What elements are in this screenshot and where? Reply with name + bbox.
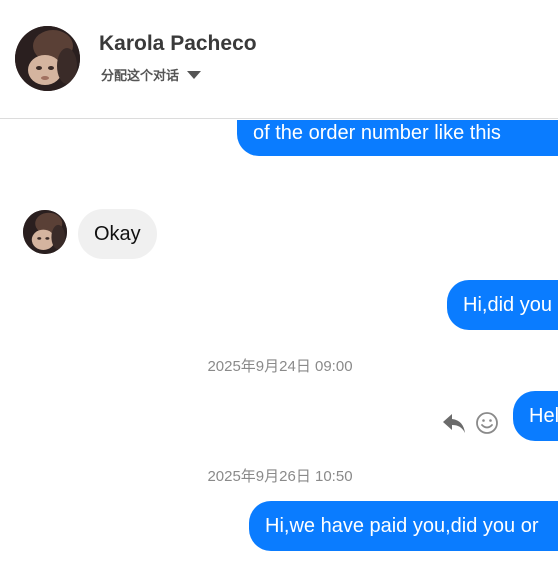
assign-conversation-label: 分配这个对话 [101,68,180,83]
contact-avatar[interactable] [15,26,80,91]
incoming-message[interactable]: Okay [78,209,157,259]
message-text: of the order number like this [253,121,501,144]
outgoing-message[interactable]: Hi,did you [447,280,558,330]
caret-down-icon [187,71,202,79]
message-actions [441,411,499,435]
message-text: Hi,did you [463,293,552,316]
timestamp: 2025年9月26日 10:50 [207,468,353,485]
assign-conversation-dropdown[interactable]: 分配这个对话 [101,65,202,84]
outgoing-message[interactable]: Hel [513,391,558,441]
timestamp: 2025年9月24日 09:00 [207,358,353,375]
smiley-icon[interactable] [475,411,499,435]
message-thread[interactable]: of the order number like this Okay Hi,di… [0,120,558,561]
outgoing-message[interactable]: Hi,we have paid you,did you or [249,501,558,551]
conversation-header: Karola Pacheco 分配这个对话 [0,0,558,119]
message-text: Okay [94,222,141,245]
message-text: Hi,we have paid you,did you or [265,514,539,537]
outgoing-message[interactable]: of the order number like this [237,120,558,156]
message-text: Hel [529,404,558,427]
reply-icon[interactable] [441,411,467,435]
contact-name: Karola Pacheco [99,32,257,55]
contact-avatar-small[interactable] [23,210,67,254]
